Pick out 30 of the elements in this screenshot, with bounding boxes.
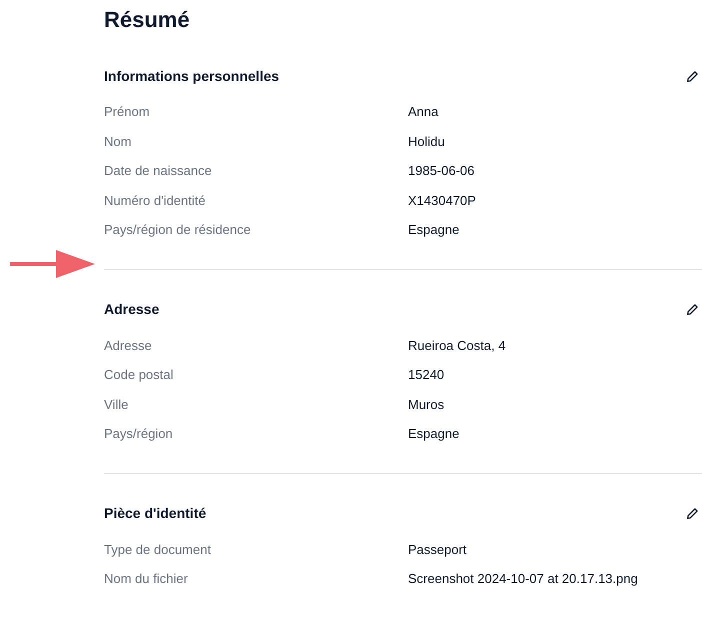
field-value: Screenshot 2024-10-07 at 20.17.13.png	[408, 570, 638, 588]
field-label: Date de naissance	[104, 162, 213, 180]
field-label: Code postal	[104, 366, 174, 384]
field-label: Type de document	[104, 540, 212, 559]
field-value: Espagne	[408, 425, 460, 443]
field-value: Anna	[408, 103, 438, 121]
field-value: Espagne	[408, 221, 460, 239]
field-label: Ville	[104, 396, 130, 414]
arrow-icon	[10, 250, 95, 278]
field-label: Prénom	[104, 103, 151, 121]
field-value: X1430470P	[408, 192, 476, 210]
edit-pencil-icon[interactable]	[686, 70, 699, 82]
field-value: Muros	[408, 396, 444, 414]
page-title: Résumé	[104, 6, 190, 34]
field-label: Pays/région	[104, 425, 174, 443]
field-value: 1985-06-06	[408, 162, 474, 180]
field-value: Passeport	[408, 540, 467, 559]
field-value: 15240	[408, 366, 444, 384]
edit-pencil-icon[interactable]	[686, 507, 699, 520]
field-value: Rueiroa Costa, 4	[408, 336, 506, 354]
field-label: Adresse	[104, 336, 153, 354]
section-heading: Informations personnelles	[104, 66, 280, 86]
section-heading: Pièce d'identité	[104, 504, 206, 523]
field-label: Nom du fichier	[104, 570, 189, 588]
section-heading: Adresse	[104, 300, 160, 319]
edit-pencil-icon[interactable]	[686, 303, 699, 316]
field-label: Numéro d'identité	[104, 192, 206, 210]
field-value: Holidu	[408, 132, 445, 150]
field-label: Nom	[104, 132, 132, 150]
field-label: Pays/région de résidence	[104, 221, 252, 239]
